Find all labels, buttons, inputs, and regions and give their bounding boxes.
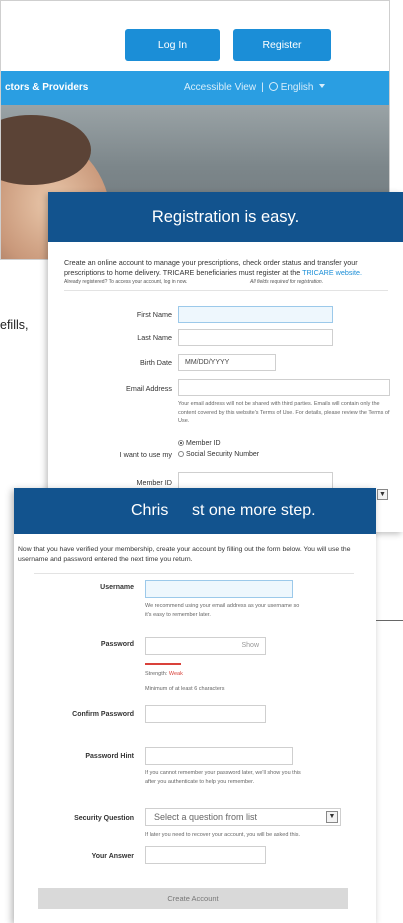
nav-item-doctors-providers[interactable]: ctors & Providers [5,82,88,93]
already-registered-text: Already registered? To access your accou… [64,279,188,285]
ssn-option-label: Social Security Number [186,451,260,458]
body-text-fragment: efills, [0,318,29,332]
member-id-radio[interactable]: Member ID [178,440,221,447]
password-strength: Strength: Weak [145,671,183,677]
first-name-label: First Name [136,310,172,319]
divider [34,573,354,574]
connector-line [376,620,403,621]
last-name-input[interactable] [178,329,333,346]
divider [64,290,388,291]
login-button[interactable]: Log In [125,29,220,61]
security-question-select[interactable]: Select a question from list ▼ [145,808,341,826]
password-strength-bar [145,663,181,665]
chevron-down-icon[interactable]: ▼ [326,811,338,823]
email-help-text: Your email address will not be shared wi… [178,401,390,424]
member-id-label: Member ID [136,478,172,487]
registration-card: Registration is easy. Create an online a… [48,192,403,532]
radio-selected-icon [178,440,184,446]
email-label: Email Address [126,384,172,393]
show-password-toggle[interactable]: Show [241,642,259,649]
username-help-text: We recommend using your email address as… [145,603,300,618]
password-input[interactable]: Show [145,637,266,655]
strength-value: Weak [168,671,183,677]
top-bar: Log In Register [1,1,389,71]
accessible-view-link[interactable]: Accessible View [184,82,256,93]
tricare-website-link[interactable]: TRICARE website. [302,268,362,277]
registration-intro: Create an online account to manage your … [64,258,396,278]
globe-icon [268,82,278,91]
account-intro: Now that you have verified your membersh… [18,546,351,563]
security-question-help: If later you need to recover your accoun… [145,832,300,838]
chevron-down-icon [318,84,325,88]
confirm-password-input[interactable] [145,705,266,723]
main-nav: ctors & Providers Accessible View | Englis… [1,71,389,105]
registration-title: Registration is easy. [48,192,403,242]
screenshot-collage: Log In Register ctors & Providers Access… [0,0,403,923]
account-title-rest: st one more step. [192,502,316,519]
nav-separator: | [261,82,264,93]
last-name-label: Last Name [137,333,172,342]
nav-utility: Accessible View | English [184,82,325,93]
first-name-input[interactable] [178,306,333,323]
member-id-option-label: Member ID [186,440,221,447]
ssn-radio[interactable]: Social Security Number [178,451,259,458]
password-min-text: Minimum of at least 6 characters [145,686,225,692]
birth-date-label: Birth Date [140,358,172,367]
account-title-name: Chris [131,502,169,519]
use-my-label: I want to use my [119,450,172,459]
email-input[interactable] [178,379,390,396]
your-answer-label: Your Answer [91,853,134,860]
birth-date-input[interactable]: MM/DD/YYYY [178,354,276,371]
strength-label: Strength: [145,671,168,677]
account-title: Chris st one more step. [14,488,376,534]
register-button[interactable]: Register [233,29,331,61]
security-question-placeholder: Select a question from list [154,812,258,822]
registration-dropdown-chevron-icon[interactable]: ▼ [377,489,388,500]
password-hint-help: If you cannot remember your password lat… [145,770,301,785]
password-hint-input[interactable] [145,747,293,765]
radio-unselected-icon [178,451,184,457]
username-input[interactable] [145,580,293,598]
security-question-label: Security Question [74,815,134,822]
your-answer-input[interactable] [145,846,266,864]
confirm-password-label: Confirm Password [72,711,134,718]
username-label: Username [100,584,134,591]
password-label: Password [100,641,134,648]
create-account-button[interactable]: Create Account [38,888,348,909]
required-fields-note: All fields required for registration. [250,279,324,285]
language-selector[interactable]: English [281,82,314,93]
member-id-input[interactable] [178,472,333,489]
password-hint-label: Password Hint [85,753,134,760]
registration-note: Already registered? To access your accou… [64,279,396,285]
